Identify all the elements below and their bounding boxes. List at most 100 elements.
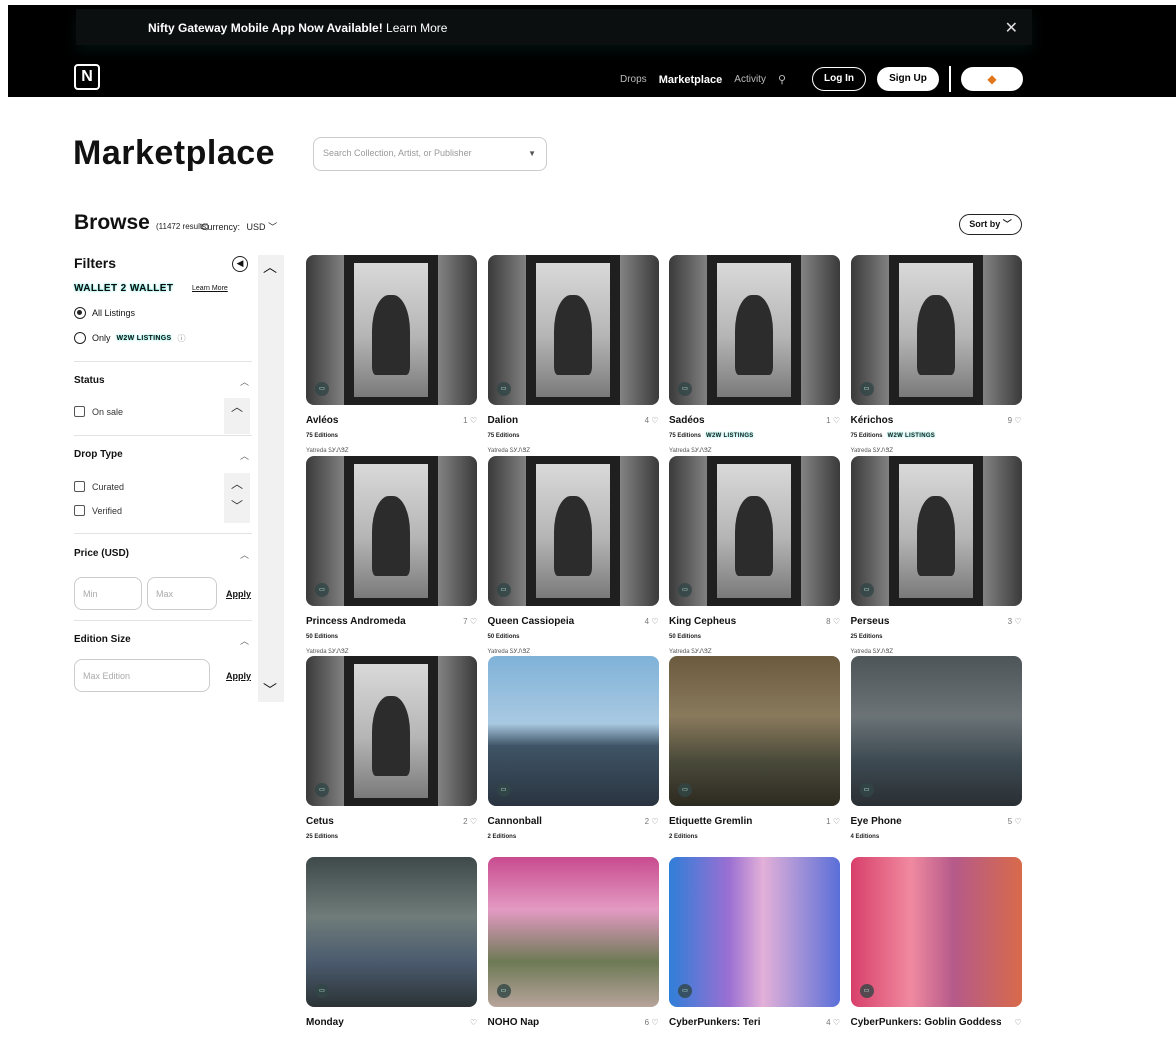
- nft-card[interactable]: ▭ Kérichos 9 ♡ 75 Editions W2W LISTINGS Yatre…: [850, 255, 1022, 455]
- like-count[interactable]: 9 ♡: [1008, 416, 1022, 425]
- price-min-input[interactable]: [83, 589, 135, 599]
- collapse-filters-icon[interactable]: ◀: [232, 256, 248, 272]
- like-count[interactable]: 7 ♡: [463, 617, 477, 626]
- like-count[interactable]: ♡: [470, 1018, 477, 1027]
- heart-icon[interactable]: ♡: [649, 416, 658, 425]
- heart-icon[interactable]: ♡: [1012, 817, 1021, 826]
- nft-name[interactable]: Kérichos: [851, 415, 1001, 426]
- nft-card[interactable]: ▭ Sadéos 1 ♡ 75 Editions W2W LISTINGS Yatreda…: [669, 255, 840, 455]
- price-apply-button[interactable]: Apply: [226, 589, 251, 599]
- metamask-wallet-button[interactable]: ◆: [961, 67, 1023, 91]
- nft-thumbnail[interactable]: ▭: [669, 856, 840, 1007]
- like-count[interactable]: 4 ♡: [645, 617, 659, 626]
- radio-all-listings[interactable]: All Listings: [74, 307, 135, 319]
- heart-icon[interactable]: ♡: [1012, 617, 1021, 626]
- nav-drops[interactable]: Drops: [620, 74, 647, 85]
- checkbox[interactable]: [74, 505, 85, 516]
- nft-card[interactable]: ▭ CyberPunkers: Goblin Goddess ♡: [850, 856, 1022, 1057]
- like-count[interactable]: 2 ♡: [463, 817, 477, 826]
- signup-button[interactable]: Sign Up: [877, 67, 939, 91]
- like-count[interactable]: 1 ♡: [826, 817, 840, 826]
- heart-icon[interactable]: ♡: [1014, 1018, 1021, 1027]
- nft-thumbnail[interactable]: ▭: [850, 856, 1022, 1007]
- nft-thumbnail[interactable]: ▭: [487, 255, 659, 405]
- chevron-down-icon[interactable]: ﹀: [268, 222, 277, 232]
- nft-name[interactable]: Perseus: [851, 616, 1001, 627]
- search-icon[interactable]: ⚲: [778, 73, 786, 86]
- artist-name[interactable]: Yatreda ᏚᎩᏁᏕᏃ: [669, 448, 712, 455]
- nft-name[interactable]: CyberPunkers: Goblin Goddess: [851, 1017, 1001, 1028]
- nft-name[interactable]: Eye Phone: [851, 816, 1001, 827]
- drop-type-title[interactable]: Drop Type: [74, 449, 123, 460]
- nft-thumbnail[interactable]: ▭: [306, 255, 477, 405]
- nft-thumbnail[interactable]: ▭: [306, 455, 477, 606]
- nft-thumbnail[interactable]: ▭: [487, 455, 659, 606]
- nft-name[interactable]: King Cepheus: [669, 616, 819, 627]
- nft-card[interactable]: ▭ Cannonball 2 ♡ 2 Editions: [487, 656, 659, 856]
- edition-apply-button[interactable]: Apply: [226, 671, 251, 681]
- artist-name[interactable]: Yatreda ᏚᎩᏁᏕᏃ: [488, 448, 531, 455]
- chevron-down-icon[interactable]: ﹀: [263, 680, 277, 700]
- checkbox[interactable]: [74, 481, 85, 492]
- sort-button[interactable]: Sort by ﹀: [959, 214, 1022, 235]
- artist-name[interactable]: Yatreda ᏚᎩᏁᏕᏃ: [851, 649, 894, 656]
- like-count[interactable]: 8 ♡: [826, 617, 840, 626]
- radio-button[interactable]: [74, 332, 86, 344]
- radio-button-selected[interactable]: [74, 307, 86, 319]
- nifty-logo[interactable]: N: [74, 64, 100, 90]
- like-count[interactable]: 2 ♡: [645, 817, 659, 826]
- like-count[interactable]: 4 ♡: [645, 416, 659, 425]
- nft-thumbnail[interactable]: ▭: [850, 255, 1022, 405]
- max-edition-field[interactable]: [74, 659, 210, 692]
- chevron-up-icon[interactable]: ︿: [240, 548, 249, 561]
- nft-card[interactable]: ▭ Monday ♡: [306, 856, 477, 1057]
- chevron-up-icon[interactable]: ︿: [240, 634, 249, 647]
- price-title[interactable]: Price (USD): [74, 548, 129, 559]
- heart-icon[interactable]: ♡: [649, 817, 658, 826]
- nft-card[interactable]: ▭ King Cepheus 8 ♡ 50 Editions Yatreda ᏚᎩᏁᏕᏃ: [669, 455, 840, 656]
- nft-card[interactable]: ▭ Queen Cassiopeia 4 ♡ 50 Editions Yatreda Ꮪ…: [487, 455, 659, 656]
- nav-marketplace[interactable]: Marketplace: [659, 74, 723, 86]
- like-count[interactable]: 1 ♡: [463, 416, 477, 425]
- currency-value[interactable]: USD: [247, 222, 266, 232]
- like-count[interactable]: 3 ♡: [1008, 617, 1022, 626]
- nft-thumbnail[interactable]: ▭: [487, 656, 659, 806]
- edition-size-title[interactable]: Edition Size: [74, 634, 131, 645]
- like-count[interactable]: 5 ♡: [1008, 817, 1022, 826]
- heart-icon[interactable]: ♡: [649, 617, 658, 626]
- like-count[interactable]: 4 ♡: [826, 1018, 840, 1027]
- nft-card[interactable]: ▭ CyberPunkers: Teri 4 ♡: [669, 856, 840, 1057]
- price-max-field[interactable]: [147, 577, 217, 610]
- heart-icon[interactable]: ♡: [1012, 416, 1021, 425]
- heart-icon[interactable]: ♡: [831, 1018, 840, 1027]
- status-scrollbar[interactable]: ︿: [224, 398, 250, 434]
- nav-activity[interactable]: Activity: [734, 74, 766, 85]
- max-edition-input[interactable]: [83, 671, 193, 681]
- nft-name[interactable]: Avléos: [306, 415, 456, 426]
- filters-scrollbar[interactable]: ︿ ﹀: [258, 255, 284, 702]
- chevron-up-icon[interactable]: ︿: [240, 375, 249, 388]
- nft-name[interactable]: Sadéos: [669, 415, 819, 426]
- checkbox[interactable]: [74, 406, 85, 417]
- artist-name[interactable]: Yatreda ᏚᎩᏁᏕᏃ: [306, 448, 349, 455]
- status-title[interactable]: Status: [74, 375, 105, 386]
- chevron-up-icon[interactable]: ︿: [231, 400, 243, 414]
- nft-name[interactable]: Dalion: [488, 415, 638, 426]
- heart-icon[interactable]: ♡: [831, 817, 840, 826]
- nft-thumbnail[interactable]: ▭: [487, 856, 659, 1007]
- nft-name[interactable]: CyberPunkers: Teri: [669, 1017, 819, 1028]
- collection-search[interactable]: ▼: [313, 137, 547, 171]
- nft-thumbnail[interactable]: ▭: [669, 656, 840, 806]
- nft-thumbnail[interactable]: ▭: [850, 656, 1022, 806]
- checkbox-curated[interactable]: Curated: [74, 481, 124, 492]
- nft-card[interactable]: ▭ Perseus 3 ♡ 25 Editions Yatreda ᏚᎩᏁᏕᏃ: [850, 455, 1022, 656]
- nft-thumbnail[interactable]: ▭: [306, 856, 477, 1007]
- heart-icon[interactable]: ♡: [468, 416, 477, 425]
- search-input[interactable]: [323, 148, 513, 158]
- announcement-learn-more-link[interactable]: Learn More: [386, 21, 447, 35]
- nft-card[interactable]: ▭ Etiquette Gremlin 1 ♡ 2 Editions: [669, 656, 840, 856]
- like-count[interactable]: 6 ♡: [645, 1018, 659, 1027]
- chevron-up-icon[interactable]: ︿: [240, 449, 249, 462]
- heart-icon[interactable]: ♡: [831, 617, 840, 626]
- login-button[interactable]: Log In: [812, 67, 866, 91]
